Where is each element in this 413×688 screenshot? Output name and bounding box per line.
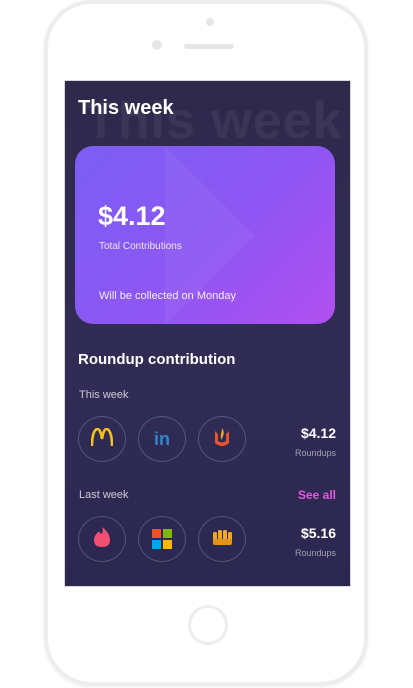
last-week-amount: $5.16 — [300, 525, 336, 541]
collection-note: Will be collected on Monday — [99, 290, 236, 302]
home-button[interactable] — [188, 605, 228, 645]
microsoft-logo-icon — [152, 529, 172, 549]
last-week-roundups-label: Roundups — [294, 548, 336, 558]
merchant-linkedin[interactable]: in — [138, 416, 186, 462]
contributions-card[interactable]: $4.12 Total Contributions Will be collec… — [75, 146, 335, 324]
linkedin-logo-icon: in — [154, 428, 170, 449]
merchant-tinder[interactable] — [78, 516, 126, 562]
merchant-flame[interactable] — [198, 416, 246, 462]
tinder-logo-icon — [93, 526, 111, 553]
this-week-label: This week — [79, 389, 129, 401]
total-amount: $4.12 — [98, 201, 166, 231]
merchant-fist[interactable] — [198, 516, 246, 562]
merchant-microsoft[interactable] — [138, 516, 186, 562]
mcdonalds-logo-icon — [90, 427, 114, 451]
camera-dot — [206, 18, 214, 26]
speaker-grille — [184, 44, 234, 49]
this-week-amount: $4.12 — [300, 425, 336, 441]
section-title: Roundup contribution — [78, 351, 236, 368]
fist-logo-icon — [211, 528, 233, 551]
flame-logo-icon — [212, 425, 232, 454]
this-week-roundups-label: Roundups — [294, 448, 336, 458]
front-camera — [152, 40, 162, 50]
last-week-label: Last week — [79, 489, 129, 501]
see-all-link[interactable]: See all — [298, 488, 336, 502]
page-title: This week — [78, 97, 174, 119]
merchant-mcdonalds[interactable] — [78, 416, 126, 462]
total-label: Total Contributions — [99, 241, 182, 252]
app-screen: This week This week $4.12 Total Contribu… — [64, 80, 351, 587]
